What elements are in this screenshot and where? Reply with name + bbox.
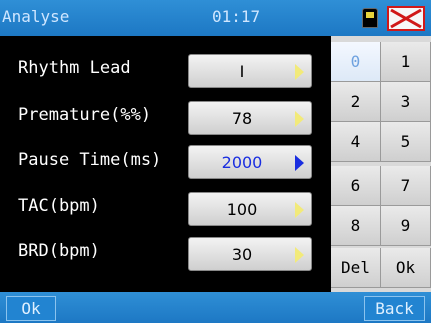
bottom-bar: Ok Back bbox=[0, 292, 431, 323]
key-4[interactable]: 4 bbox=[331, 122, 381, 162]
tac-label: TAC(bpm) bbox=[18, 196, 100, 216]
tac-field[interactable]: 100 bbox=[188, 192, 312, 226]
key-8[interactable]: 8 bbox=[331, 206, 381, 246]
alarm-mute-icon bbox=[387, 6, 425, 31]
pause-time-field[interactable]: 2000 bbox=[188, 145, 312, 179]
key-0[interactable]: 0 bbox=[331, 42, 381, 82]
clock: 01:17 bbox=[212, 7, 261, 26]
pause-time-value: 2000 bbox=[221, 153, 263, 172]
premature-label: Premature(%%) bbox=[18, 105, 152, 125]
brd-label: BRD(bpm) bbox=[18, 241, 100, 261]
rhythm-lead-value: I bbox=[239, 62, 245, 81]
key-ok[interactable]: Ok bbox=[381, 248, 431, 288]
arrow-right-icon bbox=[295, 247, 304, 263]
rhythm-lead-label: Rhythm Lead bbox=[18, 58, 131, 78]
settings-panel: Rhythm Lead I Premature(%%) 78 Pause Tim… bbox=[0, 36, 331, 292]
arrow-right-icon bbox=[295, 64, 304, 80]
key-3[interactable]: 3 bbox=[381, 82, 431, 122]
premature-value: 78 bbox=[231, 109, 253, 128]
arrow-right-icon bbox=[295, 155, 304, 171]
brd-field[interactable]: 30 bbox=[188, 237, 312, 271]
brd-value: 30 bbox=[231, 245, 253, 264]
key-5[interactable]: 5 bbox=[381, 122, 431, 162]
key-7[interactable]: 7 bbox=[381, 166, 431, 206]
key-2[interactable]: 2 bbox=[331, 82, 381, 122]
back-button[interactable]: Back bbox=[364, 296, 425, 321]
key-del[interactable]: Del bbox=[331, 248, 381, 288]
ok-button[interactable]: Ok bbox=[6, 296, 56, 321]
numeric-keypad: 0 1 2 3 4 5 6 7 8 9 Del Ok bbox=[331, 36, 431, 292]
arrow-right-icon bbox=[295, 111, 304, 127]
rhythm-lead-field[interactable]: I bbox=[188, 54, 312, 88]
screen-title: Analyse bbox=[2, 7, 70, 26]
tac-value: 100 bbox=[226, 200, 258, 219]
premature-field[interactable]: 78 bbox=[188, 101, 312, 135]
arrow-right-icon bbox=[295, 202, 304, 218]
key-6[interactable]: 6 bbox=[331, 166, 381, 206]
sd-card-icon bbox=[362, 8, 378, 28]
pause-time-label: Pause Time(ms) bbox=[18, 150, 162, 170]
key-9[interactable]: 9 bbox=[381, 206, 431, 246]
title-bar: Analyse 01:17 bbox=[0, 0, 431, 36]
key-1[interactable]: 1 bbox=[381, 42, 431, 82]
